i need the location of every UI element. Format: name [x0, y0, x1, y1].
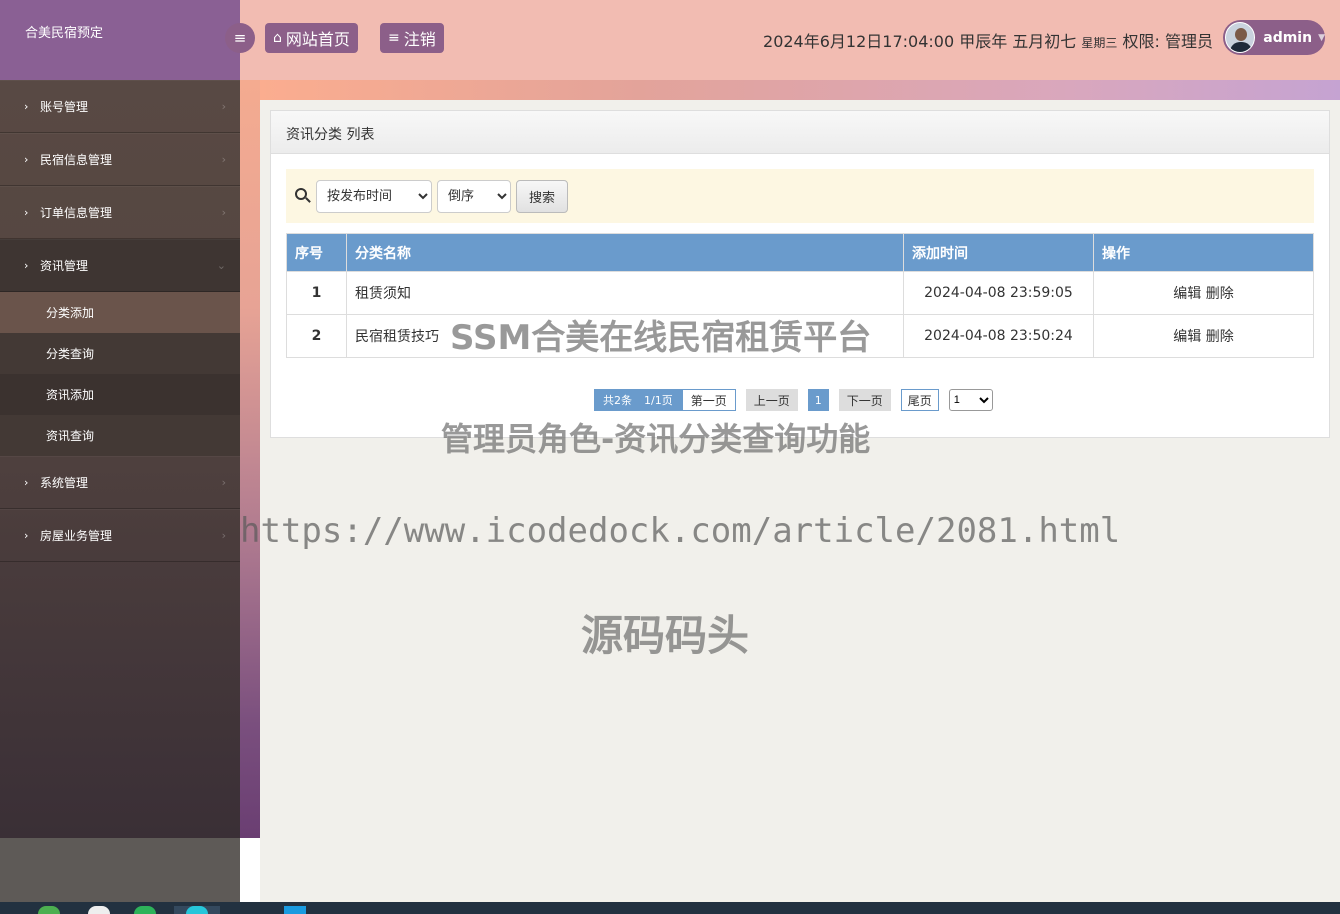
page-select[interactable]: 1 [948, 389, 993, 411]
prev-page-button[interactable]: 上一页 [745, 389, 798, 411]
chevron-right-icon: › [221, 529, 226, 542]
sidebar-edge-strip [240, 80, 260, 838]
top-header: ≡ ⌂ 网站首页 ≡ 注销 2024年6月12日17:04:00 甲辰年 五月初… [225, 0, 1340, 80]
home-button[interactable]: ⌂ 网站首页 [265, 23, 358, 53]
menu-toggle-button[interactable]: ≡ [225, 23, 255, 53]
home-icon: ⌂ [273, 30, 282, 46]
table-header-row: 序号 分类名称 添加时间 操作 [286, 233, 1314, 272]
edit-link[interactable]: 编辑 [1173, 329, 1201, 345]
sort-field-select[interactable]: 按发布时间 [316, 179, 432, 213]
taskbar-app-icon[interactable] [284, 906, 306, 914]
sidebar-item-label: 房屋业务管理 [40, 529, 113, 543]
sidebar-item-label: 资讯管理 [40, 259, 89, 273]
row-index: 2 [286, 314, 347, 358]
column-header-index: 序号 [286, 233, 347, 272]
user-menu[interactable]: admin ▼ [1223, 20, 1325, 55]
sidebar-item-label: 订单信息管理 [40, 206, 113, 220]
total-count: 共2条 [603, 394, 632, 407]
sidebar-menu: › 账号管理 › › 民宿信息管理 › › 订单信息管理 › › 资讯管理 ⌄ … [0, 80, 240, 562]
column-header-time: 添加时间 [903, 233, 1094, 272]
logout-button-label: 注销 [403, 30, 436, 49]
sidebar-item-house-business[interactable]: › 房屋业务管理 › [0, 509, 240, 562]
column-header-actions: 操作 [1093, 233, 1314, 272]
chevron-right-icon: › [221, 100, 226, 113]
current-page[interactable]: 1 [807, 389, 829, 411]
last-page-button[interactable]: 尾页 [900, 389, 939, 411]
sidebar-item-label: 系统管理 [40, 476, 89, 490]
sidebar-item-label: 民宿信息管理 [40, 153, 113, 167]
column-header-name: 分类名称 [346, 233, 904, 272]
content-bottom-edge [240, 838, 260, 902]
sidebar-item-system[interactable]: › 系统管理 › [0, 456, 240, 509]
taskbar-app-icon[interactable] [186, 906, 208, 914]
chevron-right-icon: › [24, 529, 29, 542]
page-count: 1/1页 [644, 394, 673, 407]
edit-link[interactable]: 编辑 [1173, 286, 1201, 302]
row-time: 2024-04-08 23:50:24 [903, 314, 1094, 358]
current-datetime: 2024年6月12日17:04:00 甲辰年 五月初七 [763, 32, 1082, 51]
chevron-right-icon: › [221, 153, 226, 166]
row-actions: 编辑 删除 [1093, 271, 1314, 315]
weekday: 星期三 [1081, 36, 1118, 50]
chevron-down-icon: ⌄ [216, 259, 226, 272]
content-panel: 资讯分类 列表 按发布时间 倒序 搜索 序号 分类名称 添加时间 操作 1 租赁… [270, 110, 1330, 438]
next-page-button[interactable]: 下一页 [838, 389, 891, 411]
sidebar-item-label: 账号管理 [40, 100, 89, 114]
row-actions: 编辑 删除 [1093, 314, 1314, 358]
brand-title: 合美民宿预定 [0, 0, 240, 80]
pagination-info: 共2条 1/1页 [594, 389, 682, 411]
chevron-right-icon: › [24, 100, 29, 113]
chevron-right-icon: › [221, 206, 226, 219]
avatar [1225, 22, 1256, 53]
submenu-item-news-add[interactable]: 资讯添加 [0, 374, 240, 415]
chevron-right-icon: › [24, 206, 29, 219]
first-page-button[interactable]: 第一页 [681, 389, 736, 411]
watermark-subtitle: 管理员角色-资讯分类查询功能 [441, 420, 871, 458]
taskbar-app-icon[interactable] [134, 906, 156, 914]
sidebar-item-news[interactable]: › 资讯管理 ⌄ [0, 239, 240, 292]
search-icon [295, 188, 311, 204]
header-info: 2024年6月12日17:04:00 甲辰年 五月初七 星期三 权限: 管理员 [763, 28, 1213, 52]
sort-order-select[interactable]: 倒序 [437, 179, 511, 213]
search-button[interactable]: 搜索 [516, 179, 569, 213]
watermark-url: https://www.icodedock.com/article/2081.h… [240, 511, 1121, 551]
watermark-title: SSM合美在线民宿租赁平台 [450, 318, 872, 358]
news-submenu: 分类添加 分类查询 资讯添加 资讯查询 [0, 292, 240, 456]
submenu-item-category-query[interactable]: 分类查询 [0, 333, 240, 374]
row-index: 1 [286, 271, 347, 315]
sidebar: 合美民宿预定 › 账号管理 › › 民宿信息管理 › › 订单信息管理 › › … [0, 0, 240, 838]
delete-link[interactable]: 删除 [1206, 286, 1234, 302]
submenu-item-category-add[interactable]: 分类添加 [0, 292, 240, 333]
sidebar-item-account[interactable]: › 账号管理 › [0, 80, 240, 133]
table-row: 1 租赁须知 2024-04-08 23:59:05 编辑 删除 [286, 271, 1314, 315]
delete-link[interactable]: 删除 [1206, 329, 1234, 345]
chevron-right-icon: › [24, 476, 29, 489]
chevron-right-icon: › [24, 153, 29, 166]
permission-label: 权限: 管理员 [1117, 32, 1214, 51]
hamburger-icon: ≡ [233, 29, 247, 47]
list-icon: ≡ [388, 30, 400, 46]
taskbar-app-icon[interactable] [38, 906, 60, 914]
submenu-item-news-query[interactable]: 资讯查询 [0, 415, 240, 456]
sidebar-footer [0, 838, 240, 902]
row-time: 2024-04-08 23:59:05 [903, 271, 1094, 315]
caret-down-icon: ▼ [1318, 32, 1325, 43]
home-button-label: 网站首页 [285, 30, 350, 49]
panel-title: 资讯分类 列表 [271, 111, 1329, 154]
taskbar-app-icon[interactable] [88, 906, 110, 914]
chevron-right-icon: › [24, 259, 29, 272]
logout-button[interactable]: ≡ 注销 [380, 23, 444, 53]
sidebar-item-homestay[interactable]: › 民宿信息管理 › [0, 133, 240, 186]
sidebar-item-orders[interactable]: › 订单信息管理 › [0, 186, 240, 239]
search-bar: 按发布时间 倒序 搜索 [286, 169, 1314, 223]
watermark-brand: 源码码头 [581, 611, 750, 660]
header-gradient-bar [260, 80, 1340, 100]
chevron-right-icon: › [221, 476, 226, 489]
username: admin [1263, 29, 1313, 46]
row-name: 租赁须知 [346, 271, 904, 315]
pagination: 共2条 1/1页 第一页 上一页 1 下一页 尾页 1 [594, 389, 993, 411]
